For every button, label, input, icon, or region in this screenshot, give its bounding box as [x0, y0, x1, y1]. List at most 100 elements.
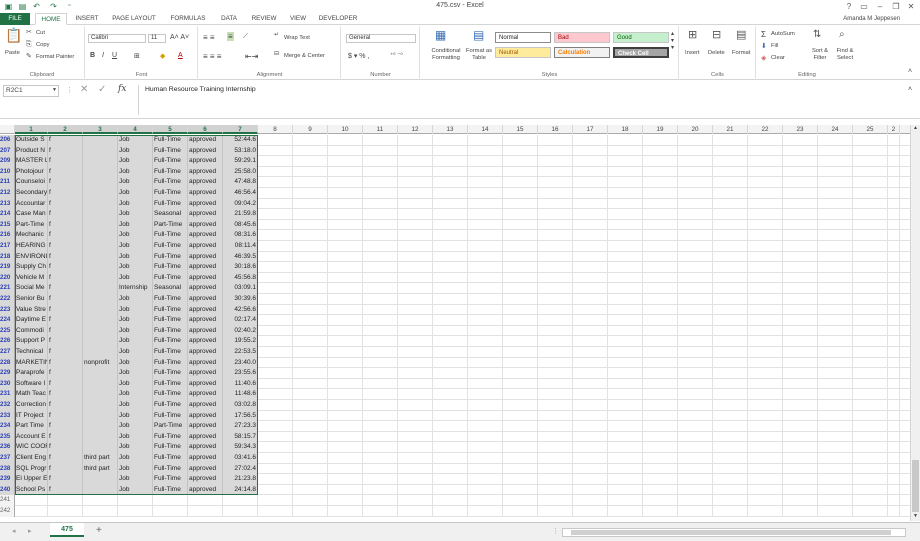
cell[interactable] [888, 219, 900, 231]
cell[interactable] [398, 495, 433, 506]
cell[interactable]: Job [118, 463, 153, 475]
cell[interactable] [853, 453, 888, 464]
cell[interactable]: f [48, 241, 83, 252]
cell[interactable]: f [48, 357, 83, 369]
cell[interactable] [783, 156, 818, 167]
styles-more-icon[interactable]: ▴ ▾ ▾ [671, 30, 674, 51]
cell[interactable] [503, 453, 538, 464]
cell[interactable]: 03:09.1 [223, 283, 258, 294]
cell[interactable] [538, 378, 573, 390]
column-header-20[interactable]: 20 [678, 125, 713, 134]
cell[interactable] [398, 442, 433, 453]
cell[interactable] [328, 166, 363, 178]
cell[interactable] [748, 262, 783, 273]
cell[interactable] [643, 177, 678, 188]
cell[interactable] [573, 474, 608, 485]
help-button[interactable]: ? [843, 1, 855, 12]
cell[interactable]: Full-Time [153, 272, 188, 284]
column-header-1[interactable]: 1 [15, 125, 48, 134]
cell[interactable]: Full-Time [153, 484, 188, 496]
cell[interactable] [818, 421, 853, 432]
cell[interactable] [608, 453, 643, 464]
cell[interactable] [398, 294, 433, 305]
cell[interactable] [608, 378, 643, 390]
cell[interactable] [853, 198, 888, 210]
cell[interactable] [363, 484, 398, 496]
cell[interactable] [608, 198, 643, 210]
fill-button[interactable]: Fill [771, 43, 778, 49]
cell[interactable] [503, 198, 538, 210]
cell[interactable] [83, 400, 118, 411]
cell[interactable] [258, 389, 293, 400]
tab-home[interactable]: HOME [35, 13, 67, 25]
cell[interactable] [678, 484, 713, 496]
cell[interactable] [573, 156, 608, 167]
cell[interactable] [433, 368, 468, 379]
cell[interactable] [573, 495, 608, 506]
delete-icon[interactable]: ⊟ [712, 30, 721, 41]
cell[interactable]: approved [188, 304, 223, 316]
cell[interactable] [748, 198, 783, 210]
cell[interactable] [258, 336, 293, 347]
cell[interactable]: Outside S [15, 135, 48, 146]
cell[interactable] [748, 442, 783, 453]
cell[interactable] [853, 421, 888, 432]
wrap-text-icon[interactable]: ↵ [274, 32, 279, 38]
cell[interactable]: Supply Ch [15, 262, 48, 273]
cell[interactable] [853, 357, 888, 369]
cell[interactable] [888, 389, 900, 400]
column-header-18[interactable]: 18 [608, 125, 643, 134]
cell[interactable] [363, 495, 398, 506]
column-header-4[interactable]: 4 [118, 125, 153, 134]
cell[interactable] [853, 336, 888, 347]
row-header[interactable]: 228 [0, 357, 15, 369]
cell[interactable] [503, 421, 538, 432]
cell[interactable] [818, 484, 853, 496]
cell[interactable]: Full-Time [153, 251, 188, 263]
cell[interactable] [293, 230, 328, 241]
cell[interactable]: f [48, 135, 83, 146]
cell[interactable] [713, 209, 748, 220]
cell[interactable] [328, 378, 363, 390]
name-box-dropdown-icon[interactable]: ▼ [52, 87, 57, 93]
cell[interactable]: approved [188, 283, 223, 294]
cell[interactable] [853, 283, 888, 294]
cell[interactable]: El Upper E [15, 474, 48, 485]
row-header[interactable]: 223 [0, 304, 15, 316]
cell[interactable] [888, 463, 900, 475]
cell[interactable]: 46:39.5 [223, 251, 258, 263]
cell[interactable] [748, 315, 783, 326]
cell[interactable] [818, 177, 853, 188]
cell[interactable]: Job [118, 230, 153, 241]
cell[interactable] [468, 294, 503, 305]
cell[interactable] [713, 431, 748, 443]
cell[interactable] [608, 272, 643, 284]
cell[interactable] [783, 251, 818, 263]
cell[interactable] [643, 442, 678, 453]
cell[interactable]: f [48, 177, 83, 188]
cell[interactable] [608, 421, 643, 432]
column-header-14[interactable]: 14 [468, 125, 503, 134]
cell[interactable] [363, 453, 398, 464]
cell[interactable] [328, 188, 363, 199]
format-painter-icon[interactable]: ✎ [26, 52, 32, 62]
cell[interactable] [468, 400, 503, 411]
cell[interactable] [608, 145, 643, 157]
cell[interactable] [258, 315, 293, 326]
cell[interactable] [608, 315, 643, 326]
cell[interactable] [818, 453, 853, 464]
cell[interactable] [328, 357, 363, 369]
cell[interactable] [538, 368, 573, 379]
cell[interactable] [538, 272, 573, 284]
cell[interactable]: Correction [15, 400, 48, 411]
cell[interactable]: Internship [118, 283, 153, 294]
cell[interactable] [293, 484, 328, 496]
cell[interactable] [783, 378, 818, 390]
cell[interactable] [643, 421, 678, 432]
cell[interactable] [713, 484, 748, 496]
cell[interactable]: Job [118, 368, 153, 379]
cell[interactable] [83, 230, 118, 241]
cell[interactable] [678, 166, 713, 178]
cell[interactable] [538, 230, 573, 241]
cell[interactable] [293, 304, 328, 316]
